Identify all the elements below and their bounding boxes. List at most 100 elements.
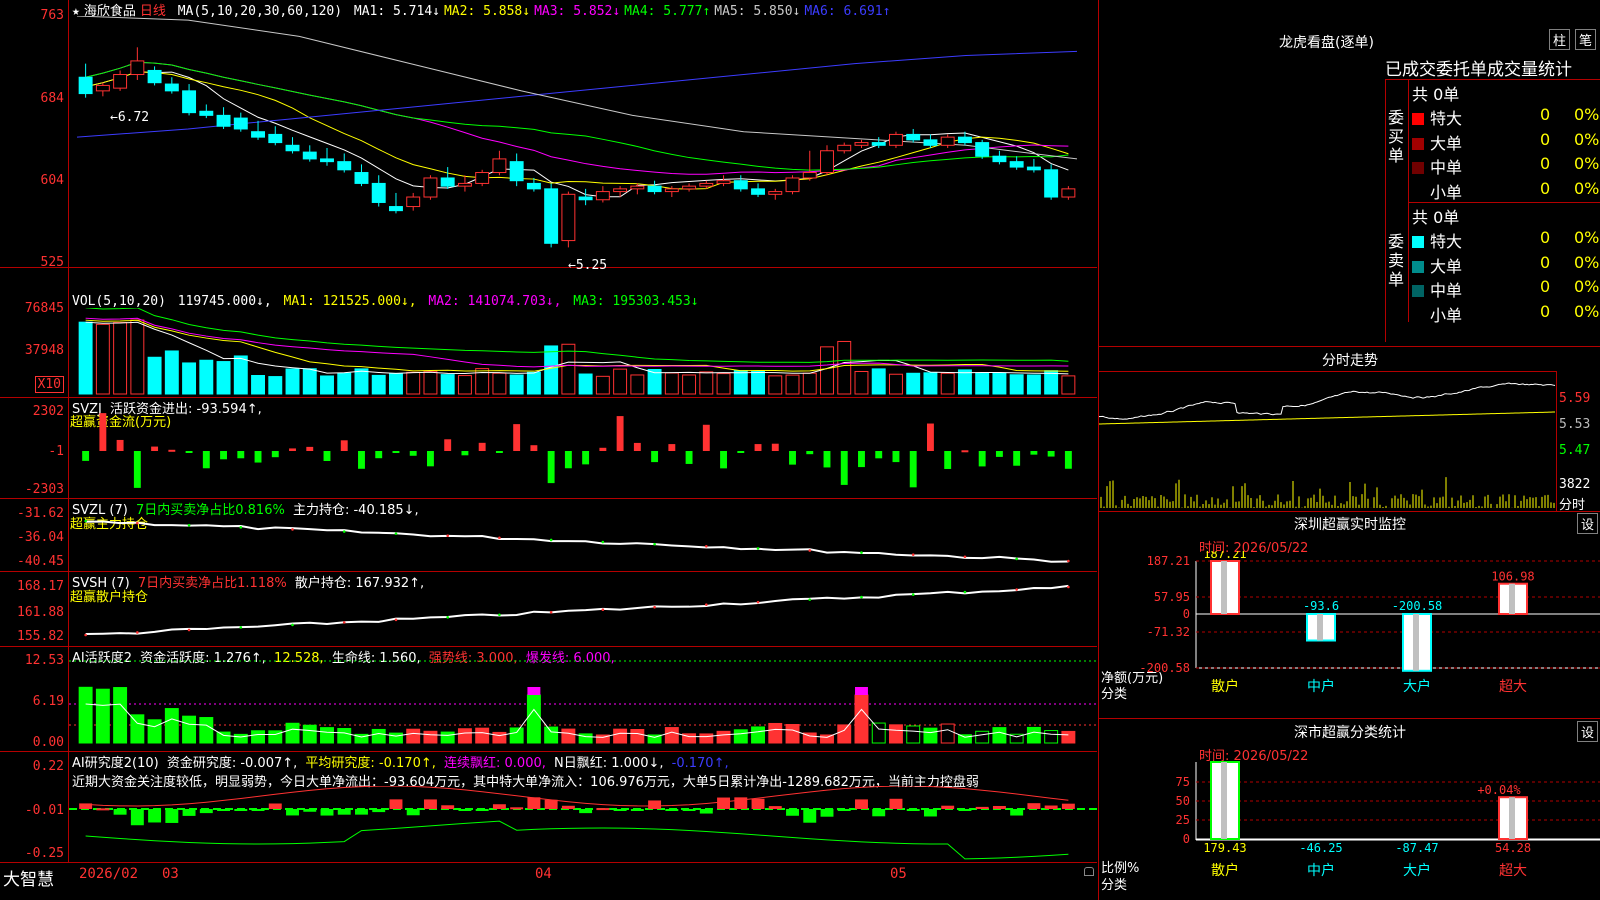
ai-research-chart[interactable]	[69, 786, 1097, 862]
candle-body	[1061, 188, 1076, 198]
candle-body	[751, 188, 766, 195]
research-bar	[544, 799, 558, 809]
intraday-panel[interactable]: 分时走势 5.59 5.53 5.47 3822 分时	[1099, 346, 1600, 513]
svzl-pane[interactable]: -31.62 -36.04 -40.45 SVZL (7) 7日内买卖净占比0.…	[0, 499, 1097, 572]
svzl-chart[interactable]	[69, 499, 1097, 571]
row-pct: 0%	[1574, 301, 1600, 321]
trend-dot	[808, 598, 812, 601]
flow-bar	[702, 424, 710, 451]
ai-pane[interactable]: 12.53 6.19 0.00 AI活跃度2 资金活跃度: 1.276↑, 12…	[0, 647, 1097, 752]
research-bar	[320, 809, 334, 816]
candle-body	[837, 144, 852, 152]
category-label: 大户	[1403, 862, 1431, 879]
y-tick: -2303	[24, 482, 64, 497]
ai2-t5: -0.170↑,	[671, 756, 729, 771]
volume-bar	[889, 373, 903, 395]
trend-dot	[394, 532, 398, 535]
research-bar	[596, 808, 610, 811]
trend-dot	[705, 544, 708, 548]
activity-bar	[389, 732, 403, 744]
activity-bar	[475, 727, 490, 744]
kline-pane[interactable]: 763 684 604 525 ★ 海欣食品 日线 MA(5,10,20,30,60…	[0, 0, 1097, 273]
trend-dot	[860, 551, 863, 554]
ma-line-30	[85, 61, 1069, 171]
volume-chart[interactable]	[69, 308, 1097, 396]
trend-dot	[342, 621, 346, 624]
candle-body	[992, 155, 1007, 163]
monitor-panel: 深圳超赢实时监控 设 时间: 2026/05/22 187.21 57.95 0 -7…	[1099, 511, 1600, 719]
volume-bar	[457, 375, 472, 395]
lock-icon[interactable]	[1084, 867, 1094, 876]
flow-bar	[409, 451, 417, 456]
research-bar	[96, 808, 110, 811]
volume-bar	[768, 375, 783, 395]
volume-bar	[164, 350, 179, 395]
volume-bar	[130, 319, 145, 395]
activity-bar	[613, 728, 628, 744]
research-bar	[492, 804, 506, 809]
research-bar	[613, 809, 627, 811]
trend-dot	[239, 526, 243, 529]
svzj-chart[interactable]	[69, 398, 1097, 498]
svzj-pane[interactable]: 2302 -1 -2303 SVZJ 活跃资金进出: -93.594↑, 超赢资…	[0, 398, 1097, 499]
tick-mode-button[interactable]: 笔	[1575, 29, 1597, 50]
flow-bar	[185, 451, 193, 453]
color-swatch	[1412, 186, 1424, 199]
classify-settings-button[interactable]: 设	[1577, 721, 1599, 742]
category-label: 散户	[1211, 678, 1239, 695]
activity-bar	[820, 734, 834, 744]
tab-volume-stats[interactable]: 已成交委托单成交量统计	[1385, 55, 1572, 80]
candle-body	[95, 84, 110, 92]
activity-bar	[975, 730, 990, 744]
flow-bar	[909, 451, 917, 488]
volume-bar	[975, 372, 990, 395]
activity-line	[85, 703, 1069, 738]
bar-mode-button[interactable]: 柱	[1549, 29, 1571, 50]
candle-body	[1026, 166, 1041, 171]
y-tick: -0.25	[24, 846, 64, 861]
volume-bar	[733, 370, 748, 395]
flow-bar	[995, 451, 1003, 457]
svsh-pane[interactable]: 168.17 161.88 155.82 SVSH (7) 7日内买卖净占比1.…	[0, 572, 1097, 647]
volume-bar	[578, 373, 593, 395]
intraday-chart[interactable]	[1099, 372, 1556, 510]
activity-bar	[509, 727, 524, 744]
volume-bar	[182, 362, 197, 395]
candle-body	[164, 83, 179, 92]
y-tick: 0.00	[32, 735, 64, 750]
svsh-chart[interactable]	[69, 572, 1097, 646]
intraday-title: 分时走势	[1322, 353, 1378, 369]
buy-row: 大单 0 0%	[1412, 129, 1600, 153]
candle-body	[113, 74, 128, 89]
y-tick: -31.62	[17, 506, 64, 521]
right-panel: 龙虎看盘(逐单) 柱 笔 已成交委托单成交量统计 委买单 共 0单 特大 0 0% 大…	[1098, 0, 1600, 900]
research-bar	[389, 799, 403, 809]
ai2-title: AI研究度2(10)	[72, 756, 159, 771]
svzl-y-axis: -31.62 -36.04 -40.45	[0, 499, 69, 571]
bottom-bar: 大智慧 2026/02 03 04 05	[0, 863, 1097, 900]
sell-total: 共 0单	[1412, 208, 1460, 227]
flow-bar	[599, 447, 607, 451]
research-bar	[561, 805, 575, 809]
date-label: 2026/02	[79, 866, 139, 882]
color-swatch	[1412, 236, 1424, 248]
ai-activity-chart[interactable]	[69, 647, 1097, 751]
row-count: 0	[1540, 178, 1551, 198]
classify-panel: 深市超赢分类统计 设 时间: 2026/05/22 75 50 25 0 179.43 散…	[1099, 719, 1600, 900]
activity-bar	[302, 724, 317, 744]
color-swatch	[1412, 285, 1424, 297]
candlestick-chart[interactable]	[69, 16, 1097, 266]
volume-pane[interactable]: 76845 37948 X10 VOL(5,10,20) 119745.000↓…	[0, 268, 1097, 398]
flow-bar	[582, 451, 590, 465]
volume-bar	[302, 368, 317, 395]
row-count: 0	[1540, 129, 1551, 149]
ai2-pane[interactable]: 0.22 -0.01 -0.25 AI研究度2(10) 资金研究度: -0.00…	[0, 752, 1097, 863]
flow-bar	[461, 451, 469, 456]
monitor-settings-button[interactable]: 设	[1577, 513, 1599, 534]
classify-ylabel2: 分类	[1101, 878, 1128, 893]
flow-bar	[858, 451, 865, 468]
y-tick: 0	[1183, 832, 1190, 846]
category-label: 大户	[1403, 678, 1431, 695]
flow-bar	[530, 445, 538, 451]
trend-dot	[446, 534, 449, 538]
